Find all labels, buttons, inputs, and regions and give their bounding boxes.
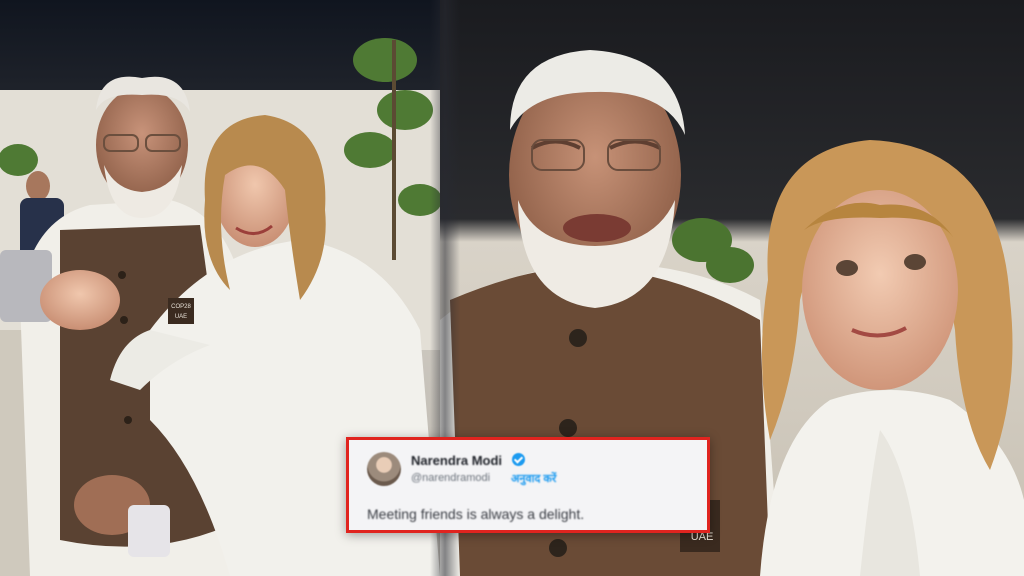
composite-image: COP28 UAE UAE Narendra Modi @narendramod…	[0, 0, 1024, 576]
avatar	[367, 452, 401, 486]
tweet-author-name: Narendra Modi	[411, 453, 503, 468]
tweet-card: Narendra Modi @narendramodi अनुवाद करें …	[346, 437, 710, 533]
cop28-badge-left-line2: UAE	[175, 314, 187, 320]
verified-badge-icon	[512, 453, 525, 466]
tweet-handle: @narendramodi	[411, 472, 491, 484]
tweet-text: Meeting friends is always a delight.	[367, 506, 585, 522]
translate-link[interactable]: अनुवाद करें	[511, 471, 556, 486]
cop28-badge-left-line1: COP28	[171, 304, 191, 310]
